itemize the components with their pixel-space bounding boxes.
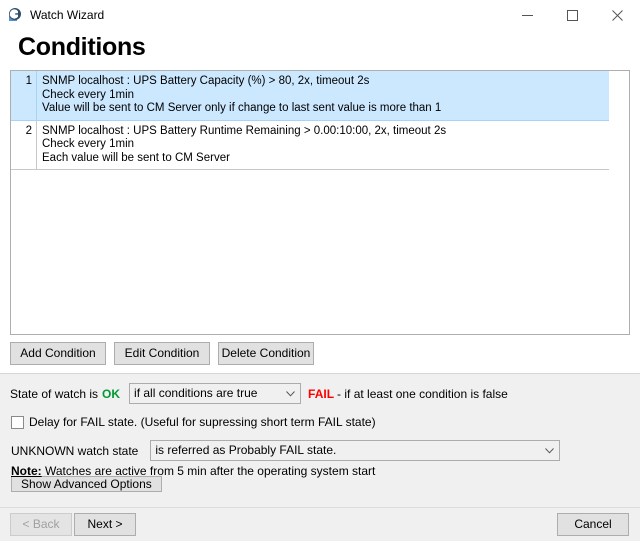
state-of-watch-row: State of watch is OK if all conditions a… <box>0 374 640 404</box>
table-row[interactable]: 2 SNMP localhost : UPS Battery Runtime R… <box>11 120 609 170</box>
maximize-icon[interactable] <box>550 0 595 30</box>
table-row[interactable]: 1 SNMP localhost : UPS Battery Capacity … <box>11 71 609 121</box>
conditions-list[interactable]: 1 SNMP localhost : UPS Battery Capacity … <box>10 70 630 335</box>
delay-fail-row[interactable]: Delay for FAIL state. (Useful for supres… <box>0 404 640 429</box>
condition-line: SNMP localhost : UPS Battery Runtime Rem… <box>42 124 447 137</box>
condition-line: Check every 1min <box>42 88 135 101</box>
delay-fail-label: Delay for FAIL state. (Useful for supres… <box>29 415 376 429</box>
condition-line: Each value will be sent to CM Server <box>42 151 230 164</box>
state-of-watch-label: State of watch is <box>10 386 99 401</box>
condition-line: SNMP localhost : UPS Battery Capacity (%… <box>42 75 370 87</box>
fail-badge: FAIL <box>308 386 335 401</box>
window-controls <box>505 0 640 30</box>
note-text: Note: Watches are active from 5 min afte… <box>11 464 375 478</box>
delete-condition-button[interactable]: Delete Condition <box>218 342 314 365</box>
fail-description: - if at least one condition is false <box>337 386 508 401</box>
condition-text: SNMP localhost : UPS Battery Runtime Rem… <box>37 121 446 170</box>
page-header: Conditions <box>0 30 640 70</box>
condition-mode-select-wrap: if all conditions are true if at least o… <box>129 383 302 404</box>
condition-line: Check every 1min <box>42 138 135 150</box>
note-body: Watches are active from 5 min after the … <box>41 464 376 478</box>
delay-fail-checkbox[interactable] <box>11 415 24 429</box>
close-icon[interactable] <box>595 0 640 30</box>
condition-actions: Add Condition Edit Condition Delete Cond… <box>10 342 640 365</box>
window-title: Watch Wizard <box>30 8 105 22</box>
edit-condition-button[interactable]: Edit Condition <box>114 342 210 365</box>
next-button[interactable]: Next > <box>74 513 136 536</box>
watch-wizard-window: Watch Wizard Conditions 1 SNMP localhost <box>0 0 640 541</box>
wizard-footer: < Back Next > Cancel <box>0 507 640 541</box>
titlebar: Watch Wizard <box>0 0 640 30</box>
unknown-state-select[interactable]: is referred as Probably FAIL state. is r… <box>150 440 561 461</box>
ok-badge: OK <box>102 386 121 401</box>
back-button[interactable]: < Back <box>10 513 72 536</box>
unknown-state-label: UNKNOWN watch state <box>11 443 139 458</box>
unknown-state-row: UNKNOWN watch state is referred as Proba… <box>0 429 640 461</box>
page-title: Conditions <box>18 33 146 61</box>
condition-number: 2 <box>11 120 37 169</box>
condition-text: SNMP localhost : UPS Battery Capacity (%… <box>37 71 441 120</box>
unknown-state-select-wrap: is referred as Probably FAIL state. is r… <box>150 440 561 461</box>
condition-mode-select[interactable]: if all conditions are true if at least o… <box>129 383 302 404</box>
cm-circle-icon <box>7 7 23 23</box>
cancel-button[interactable]: Cancel <box>557 513 629 536</box>
minimize-icon[interactable] <box>505 0 550 30</box>
note-keyword: Note: <box>11 464 42 478</box>
condition-number: 1 <box>11 71 37 120</box>
show-advanced-options-button[interactable]: Show Advanced Options <box>11 476 162 492</box>
add-condition-button[interactable]: Add Condition <box>10 342 106 365</box>
condition-line: Value will be sent to CM Server only if … <box>42 102 442 114</box>
content-area: 1 SNMP localhost : UPS Battery Capacity … <box>0 70 640 541</box>
options-panel: State of watch is OK if all conditions a… <box>0 374 640 541</box>
